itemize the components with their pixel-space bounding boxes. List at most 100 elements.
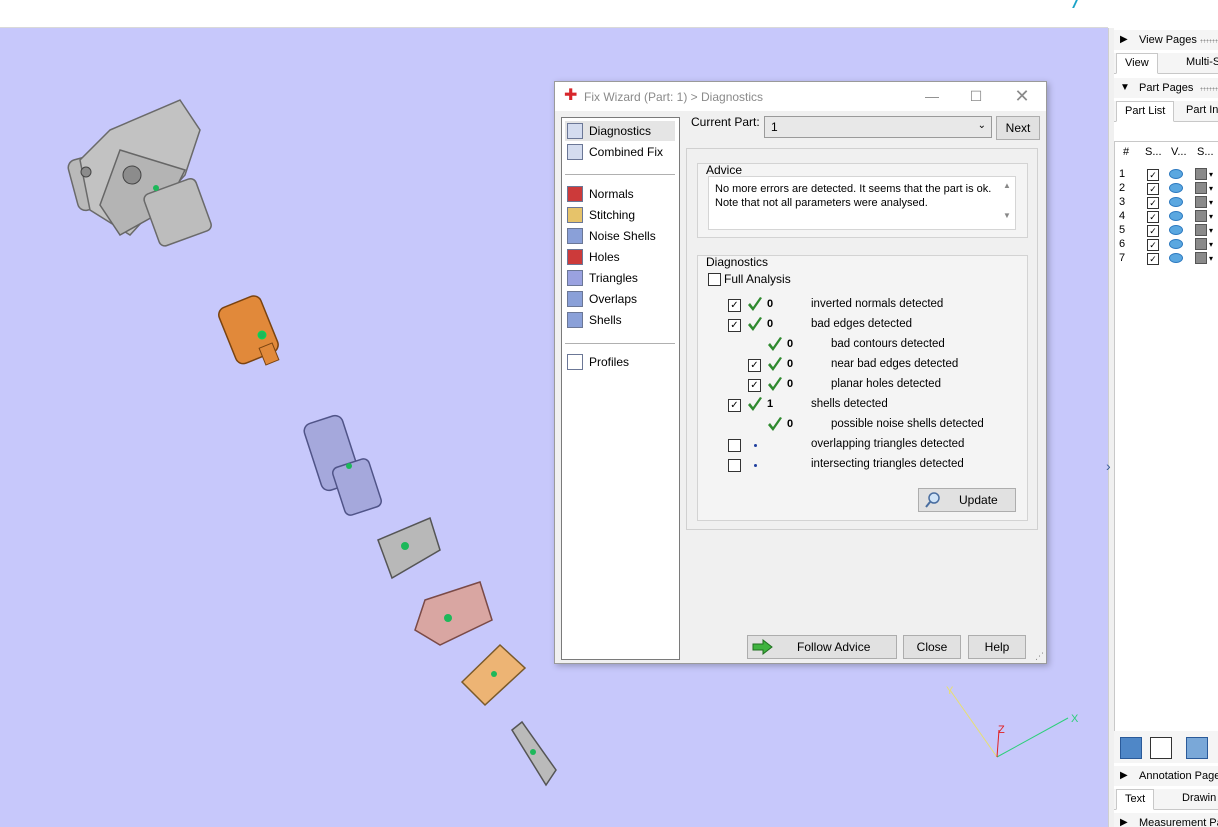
help-button[interactable]: Help (968, 635, 1026, 659)
current-part-select[interactable]: 1 ⌄ (764, 116, 992, 138)
advice-text-box[interactable]: No more errors are detected. It seems th… (708, 176, 1016, 230)
shading-cube-icon[interactable] (1195, 168, 1207, 180)
nav-item-triangles[interactable]: Triangles (565, 268, 675, 288)
nav-item-noise-shells[interactable]: Noise Shells (565, 226, 675, 246)
nav-item-shells[interactable]: Shells (565, 310, 675, 330)
nav-item-holes[interactable]: Holes (565, 247, 675, 267)
part-row[interactable]: 3 ✓ ▾ (1115, 196, 1218, 210)
part-select-checkbox[interactable]: ✓ (1147, 197, 1159, 209)
part-row[interactable]: 7 ✓ ▾ (1115, 252, 1218, 266)
diagnostic-checkbox[interactable]: ✓ (748, 359, 761, 372)
tab-part-list[interactable]: Part List (1116, 101, 1175, 122)
tab-text[interactable]: Text (1116, 789, 1155, 810)
eye-icon[interactable] (1169, 197, 1183, 207)
diagnostic-checkbox[interactable] (728, 439, 741, 452)
eye-icon[interactable] (1169, 225, 1183, 235)
chevron-down-icon[interactable]: ▾ (1209, 254, 1213, 263)
nav-item-label: Noise Shells (589, 229, 656, 243)
diagnostic-checkbox[interactable]: ✓ (728, 299, 741, 312)
part-pages-header[interactable]: ▼ Part Pages (1114, 78, 1218, 98)
full-analysis-checkbox[interactable] (708, 273, 721, 286)
next-button[interactable]: Next (996, 116, 1040, 140)
eye-icon[interactable] (1169, 253, 1183, 263)
tab-view[interactable]: View (1116, 53, 1158, 74)
collapse-triangle-icon[interactable]: ▶ (1120, 34, 1128, 45)
parts-select-icon[interactable] (1120, 737, 1142, 759)
part-grey-assembly[interactable] (66, 99, 212, 248)
resize-grip-icon[interactable]: ⋰ (1035, 651, 1044, 662)
collapse-triangle-icon[interactable]: ▶ (1120, 817, 1128, 827)
part-grey-middle[interactable] (377, 516, 441, 580)
scroll-down-icon[interactable]: ▼ (1003, 211, 1011, 220)
update-button[interactable]: Update (918, 488, 1016, 512)
nav-item-profiles[interactable]: Profiles (565, 352, 675, 372)
col-v[interactable]: V... (1171, 146, 1187, 158)
dialog-titlebar[interactable]: ✚ Fix Wizard (Part: 1) > Diagnostics — ☐… (555, 82, 1046, 111)
nav-item-normals[interactable]: Normals (565, 184, 675, 204)
nav-item-combined-fix[interactable]: Combined Fix (565, 142, 675, 162)
part-row[interactable]: 4 ✓ ▾ (1115, 210, 1218, 224)
eye-icon[interactable] (1169, 183, 1183, 193)
measurement-pages-header[interactable]: ▶ Measurement Pa (1114, 813, 1218, 827)
scroll-up-icon[interactable]: ▲ (1003, 181, 1011, 190)
shading-cube-icon[interactable] (1195, 210, 1207, 222)
diagnostic-checkbox[interactable]: ✓ (728, 399, 741, 412)
shading-cube-icon[interactable] (1195, 196, 1207, 208)
part-lavender[interactable] (302, 414, 383, 517)
eye-icon[interactable] (1169, 211, 1183, 221)
part-orange[interactable] (216, 294, 280, 366)
shading-cube-icon[interactable] (1195, 238, 1207, 250)
shading-cube-icon[interactable] (1195, 182, 1207, 194)
shading-cube-icon[interactable] (1195, 252, 1207, 264)
maximize-button[interactable]: ☐ (965, 86, 987, 106)
chevron-down-icon[interactable]: ▾ (1209, 226, 1213, 235)
collapse-triangle-icon[interactable]: ▶ (1120, 770, 1128, 781)
part-row[interactable]: 6 ✓ ▾ (1115, 238, 1218, 252)
advice-scrollbar[interactable]: ▲ ▼ (1001, 179, 1013, 223)
tab-part-info[interactable]: Part In (1178, 101, 1218, 120)
part-row[interactable]: 2 ✓ ▾ (1115, 182, 1218, 196)
part-select-checkbox[interactable]: ✓ (1147, 183, 1159, 195)
minimize-button[interactable]: — (921, 86, 943, 106)
follow-advice-button[interactable]: Follow Advice (747, 635, 897, 659)
col-num[interactable]: # (1123, 146, 1129, 158)
nav-item-stitching[interactable]: Stitching (565, 205, 675, 225)
splitter-arrow-icon[interactable]: › (1106, 458, 1111, 474)
tab-drawing[interactable]: Drawin (1174, 789, 1218, 808)
diagnostic-checkbox[interactable]: ✓ (728, 319, 741, 332)
diagnostic-checkbox[interactable] (728, 459, 741, 472)
invert-selection-icon[interactable] (1150, 737, 1172, 759)
chevron-down-icon[interactable]: ▾ (1209, 240, 1213, 249)
diagnostic-checkbox[interactable]: ✓ (748, 379, 761, 392)
expand-triangle-icon[interactable]: ▼ (1120, 82, 1130, 93)
part-select-checkbox[interactable]: ✓ (1147, 225, 1159, 237)
diagnostic-label: bad edges detected (811, 318, 913, 330)
part-row[interactable]: 1 ✓ ▾ (1115, 168, 1218, 182)
part-pink[interactable] (414, 581, 493, 646)
part-select-checkbox[interactable]: ✓ (1147, 169, 1159, 181)
annotation-pages-header[interactable]: ▶ Annotation Page (1114, 766, 1218, 786)
nav-item-diagnostics[interactable]: Diagnostics (565, 121, 675, 141)
col-s[interactable]: S... (1145, 146, 1162, 158)
chevron-down-icon[interactable]: ▾ (1209, 170, 1213, 179)
chevron-down-icon[interactable]: ▾ (1209, 212, 1213, 221)
part-select-checkbox[interactable]: ✓ (1147, 253, 1159, 265)
view-pages-header[interactable]: ▶ View Pages (1114, 30, 1218, 50)
close-window-button[interactable]: ✕ (1011, 86, 1033, 106)
part-grey-small[interactable] (511, 720, 557, 787)
eye-icon[interactable] (1169, 239, 1183, 249)
chevron-down-icon[interactable]: ▾ (1209, 198, 1213, 207)
eye-icon[interactable] (1169, 169, 1183, 179)
part-row[interactable]: 5 ✓ ▾ (1115, 224, 1218, 238)
close-button[interactable]: Close (903, 635, 961, 659)
part-peach[interactable] (460, 643, 527, 707)
part-select-checkbox[interactable]: ✓ (1147, 211, 1159, 223)
tab-multi[interactable]: Multi-S (1178, 53, 1218, 72)
shading-cube-icon[interactable] (1195, 224, 1207, 236)
full-analysis-option[interactable]: Full Analysis (708, 271, 908, 287)
cubes-icon[interactable] (1186, 737, 1208, 759)
col-s2[interactable]: S... (1197, 146, 1214, 158)
nav-item-overlaps[interactable]: Overlaps (565, 289, 675, 309)
part-select-checkbox[interactable]: ✓ (1147, 239, 1159, 251)
chevron-down-icon[interactable]: ▾ (1209, 184, 1213, 193)
